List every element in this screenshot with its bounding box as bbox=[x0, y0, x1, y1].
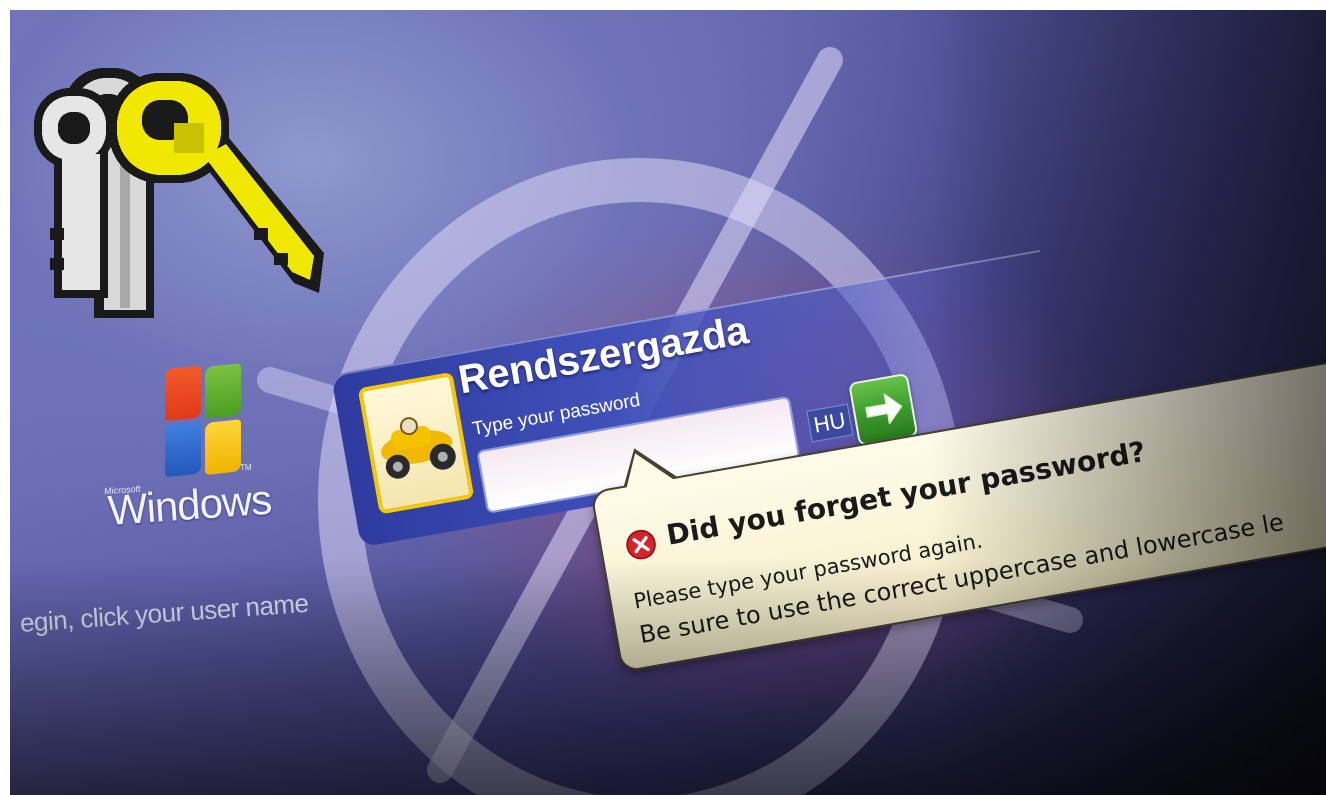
windows-flag-icon bbox=[165, 361, 245, 489]
trademark-label: TM bbox=[240, 463, 252, 472]
welcome-instruction: egin, click your user name bbox=[18, 587, 310, 638]
language-indicator[interactable]: HU bbox=[806, 403, 854, 443]
login-panel: Rendszergazda Type your password HU Did … bbox=[320, 120, 1326, 764]
login-screen: TM Microsoft Windows egin, click your us… bbox=[10, 10, 1326, 795]
error-icon bbox=[626, 529, 656, 560]
windows-wordmark: Windows bbox=[106, 475, 273, 534]
race-car-icon[interactable] bbox=[357, 371, 475, 515]
windows-logo: TM Microsoft Windows bbox=[100, 355, 273, 555]
user-name: Rendszergazda bbox=[455, 308, 752, 403]
arrow-right-icon bbox=[865, 393, 903, 425]
keys-icon bbox=[24, 28, 334, 328]
